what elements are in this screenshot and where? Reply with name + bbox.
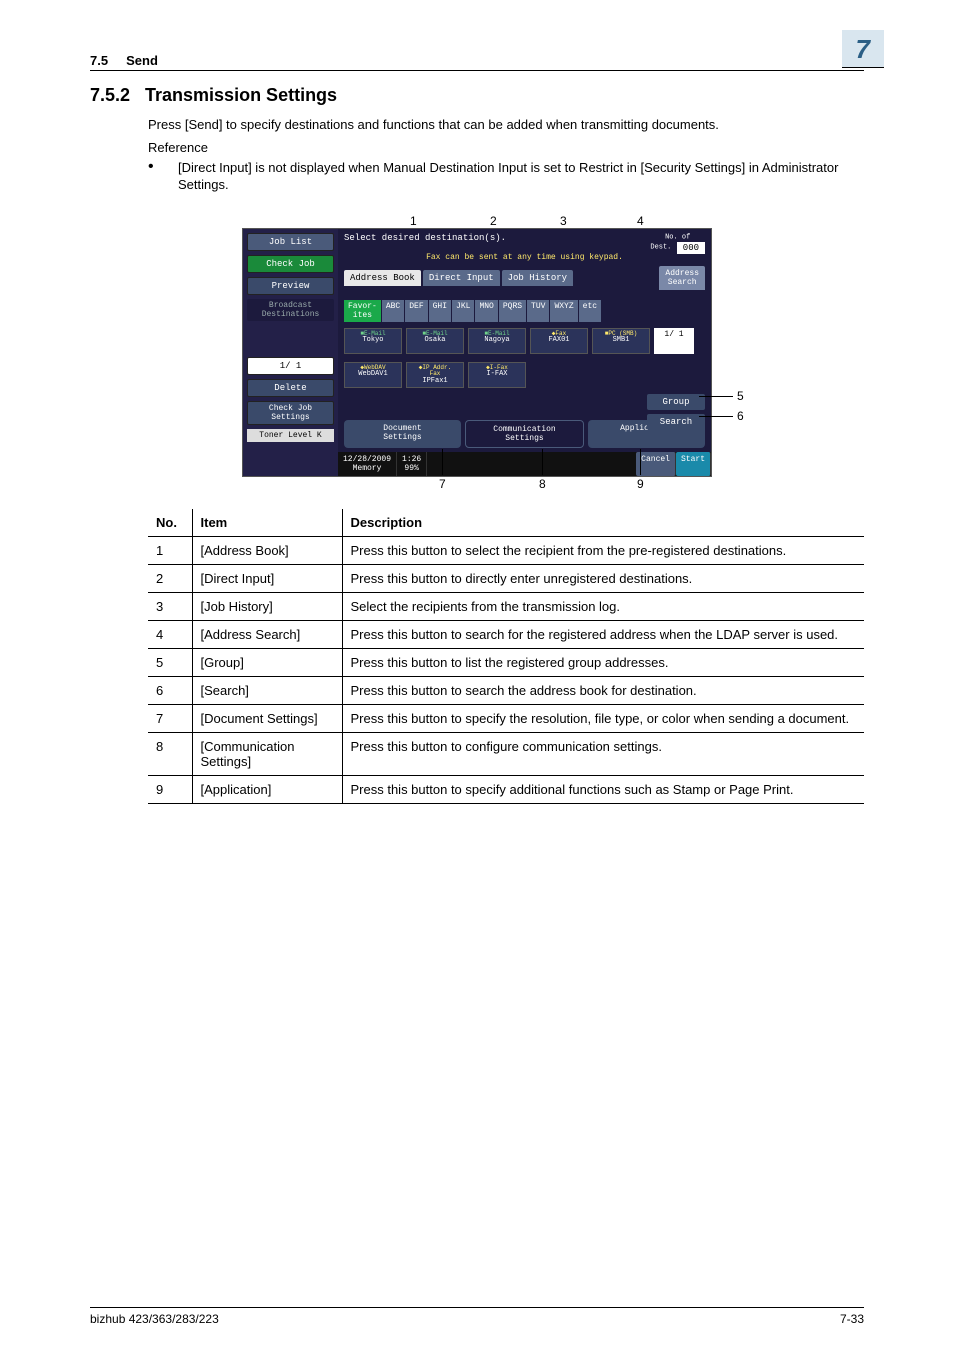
callout-3: 3 (560, 214, 567, 228)
heading-number: 7.5.2 (90, 85, 140, 106)
footer-left: bizhub 423/363/283/223 (90, 1312, 219, 1326)
start-button[interactable]: Start (676, 452, 711, 476)
instruction-text: Select desired destination(s). (344, 233, 506, 253)
send-screen: Job List Check Job Preview Broadcast Des… (242, 228, 712, 477)
header-section-num: 7.5 (90, 53, 108, 68)
table-row: 5[Group]Press this button to list the re… (148, 648, 864, 676)
index-abc[interactable]: ABC (382, 300, 404, 322)
callout-2: 2 (490, 214, 497, 228)
th-item: Item (192, 509, 342, 537)
index-favorites[interactable]: Favor- ites (344, 300, 381, 322)
bullet-text: [Direct Input] is not displayed when Man… (178, 159, 864, 194)
destination-row-2: ◆WebDAVWebDAV1 ◆IP Addr. FaxIPFax1 ◆I-Fa… (338, 358, 711, 392)
table-row: 8[Communication Settings]Press this butt… (148, 732, 864, 775)
dest-ipfax1[interactable]: ◆IP Addr. FaxIPFax1 (406, 362, 464, 388)
delete-button[interactable]: Delete (247, 379, 334, 397)
callout-6: 6 (737, 409, 744, 423)
main-area: Select desired destination(s). No. of De… (338, 229, 711, 476)
intro-text: Press [Send] to specify destinations and… (148, 116, 864, 134)
heading-title: Transmission Settings (145, 85, 337, 105)
table-row: 9[Application]Press this button to speci… (148, 775, 864, 803)
dest-webdav1[interactable]: ◆WebDAVWebDAV1 (344, 362, 402, 388)
dest-nagoya[interactable]: ■E-MailNagoya (468, 328, 526, 354)
tab-communication-settings[interactable]: Communication Settings (465, 420, 584, 448)
index-jkl[interactable]: JKL (452, 300, 474, 322)
description-table: No. Item Description 1[Address Book]Pres… (148, 509, 864, 804)
toner-level: Toner Level K (247, 429, 334, 442)
callout-8: 8 (539, 477, 546, 491)
status-time: 1:26 (402, 455, 421, 464)
dest-fax01[interactable]: ◆FaxFAX01 (530, 328, 588, 354)
cancel-button[interactable]: Cancel (636, 452, 676, 476)
th-no: No. (148, 509, 192, 537)
screenshot-figure: 1 2 3 4 Job List Check Job Preview Broad… (90, 214, 864, 495)
left-panel: Job List Check Job Preview Broadcast Des… (243, 229, 338, 476)
tab-document-settings[interactable]: Document Settings (344, 420, 461, 448)
search-button[interactable]: Search (647, 414, 705, 430)
group-button[interactable]: Group (647, 394, 705, 410)
callout-7: 7 (439, 477, 446, 491)
status-memory: Memory (343, 464, 391, 473)
index-pqrs[interactable]: PQRS (499, 300, 526, 322)
dest-count-value: 000 (677, 242, 705, 254)
dest-osaka[interactable]: ■E-MailOsaka (406, 328, 464, 354)
dest-ifax[interactable]: ◆I-FaxI-FAX (468, 362, 526, 388)
dest-page-indicator: 1/ 1 (654, 328, 694, 354)
status-date: 12/28/2009 (343, 455, 391, 464)
status-pct: 99% (402, 464, 421, 473)
th-desc: Description (342, 509, 864, 537)
status-bar: 12/28/2009Memory 1:2699% Cancel Start (338, 452, 711, 476)
footer-right: 7-33 (840, 1312, 864, 1326)
table-row: 4[Address Search]Press this button to se… (148, 620, 864, 648)
page-header: 7.5 Send 7 (90, 30, 864, 71)
table-row: 6[Search]Press this button to search the… (148, 676, 864, 704)
index-etc[interactable]: etc (579, 300, 601, 322)
callout-5: 5 (737, 389, 744, 403)
preview-button[interactable]: Preview (247, 277, 334, 295)
broadcast-label: Broadcast Destinations (247, 299, 334, 321)
table-row: 1[Address Book]Press this button to sele… (148, 536, 864, 564)
check-job-settings-button[interactable]: Check Job Settings (247, 401, 334, 425)
reference-bullet: • [Direct Input] is not displayed when M… (148, 159, 864, 194)
index-tuv[interactable]: TUV (527, 300, 549, 322)
dest-smb1[interactable]: ■PC (SMB)SMB1 (592, 328, 650, 354)
callout-1: 1 (410, 214, 417, 228)
fax-hint: Fax can be sent at any time using keypad… (338, 253, 711, 264)
tab-direct-input[interactable]: Direct Input (423, 270, 500, 286)
index-ghi[interactable]: GHI (429, 300, 451, 322)
tab-address-search[interactable]: Address Search (659, 266, 705, 290)
page-footer: bizhub 423/363/283/223 7-33 (90, 1307, 864, 1326)
header-section-title: Send (126, 53, 158, 68)
bullet-icon: • (148, 159, 178, 194)
table-row: 3[Job History]Select the recipients from… (148, 592, 864, 620)
callout-9: 9 (637, 477, 644, 491)
check-job-button[interactable]: Check Job (247, 255, 334, 273)
callout-4: 4 (637, 214, 644, 228)
destination-row-1: ■E-MailTokyo ■E-MailOsaka ■E-MailNagoya … (338, 324, 711, 358)
table-row: 7[Document Settings]Press this button to… (148, 704, 864, 732)
tab-job-history[interactable]: Job History (502, 270, 573, 286)
job-list-button[interactable]: Job List (247, 233, 334, 251)
table-row: 2[Direct Input]Press this button to dire… (148, 564, 864, 592)
header-left: 7.5 Send (90, 53, 158, 68)
chapter-badge: 7 (842, 30, 884, 68)
index-wxyz[interactable]: WXYZ (550, 300, 577, 322)
index-mno[interactable]: MNO (475, 300, 497, 322)
dest-tokyo[interactable]: ■E-MailTokyo (344, 328, 402, 354)
reference-label: Reference (148, 140, 864, 155)
heading-7-5-2: 7.5.2 Transmission Settings (90, 85, 864, 106)
left-page-indicator: 1/ 1 (247, 357, 334, 375)
tab-address-book[interactable]: Address Book (344, 270, 421, 286)
index-def[interactable]: DEF (405, 300, 427, 322)
alpha-index: Favor- ites ABC DEF GHI JKL MNO PQRS TUV… (338, 298, 711, 324)
